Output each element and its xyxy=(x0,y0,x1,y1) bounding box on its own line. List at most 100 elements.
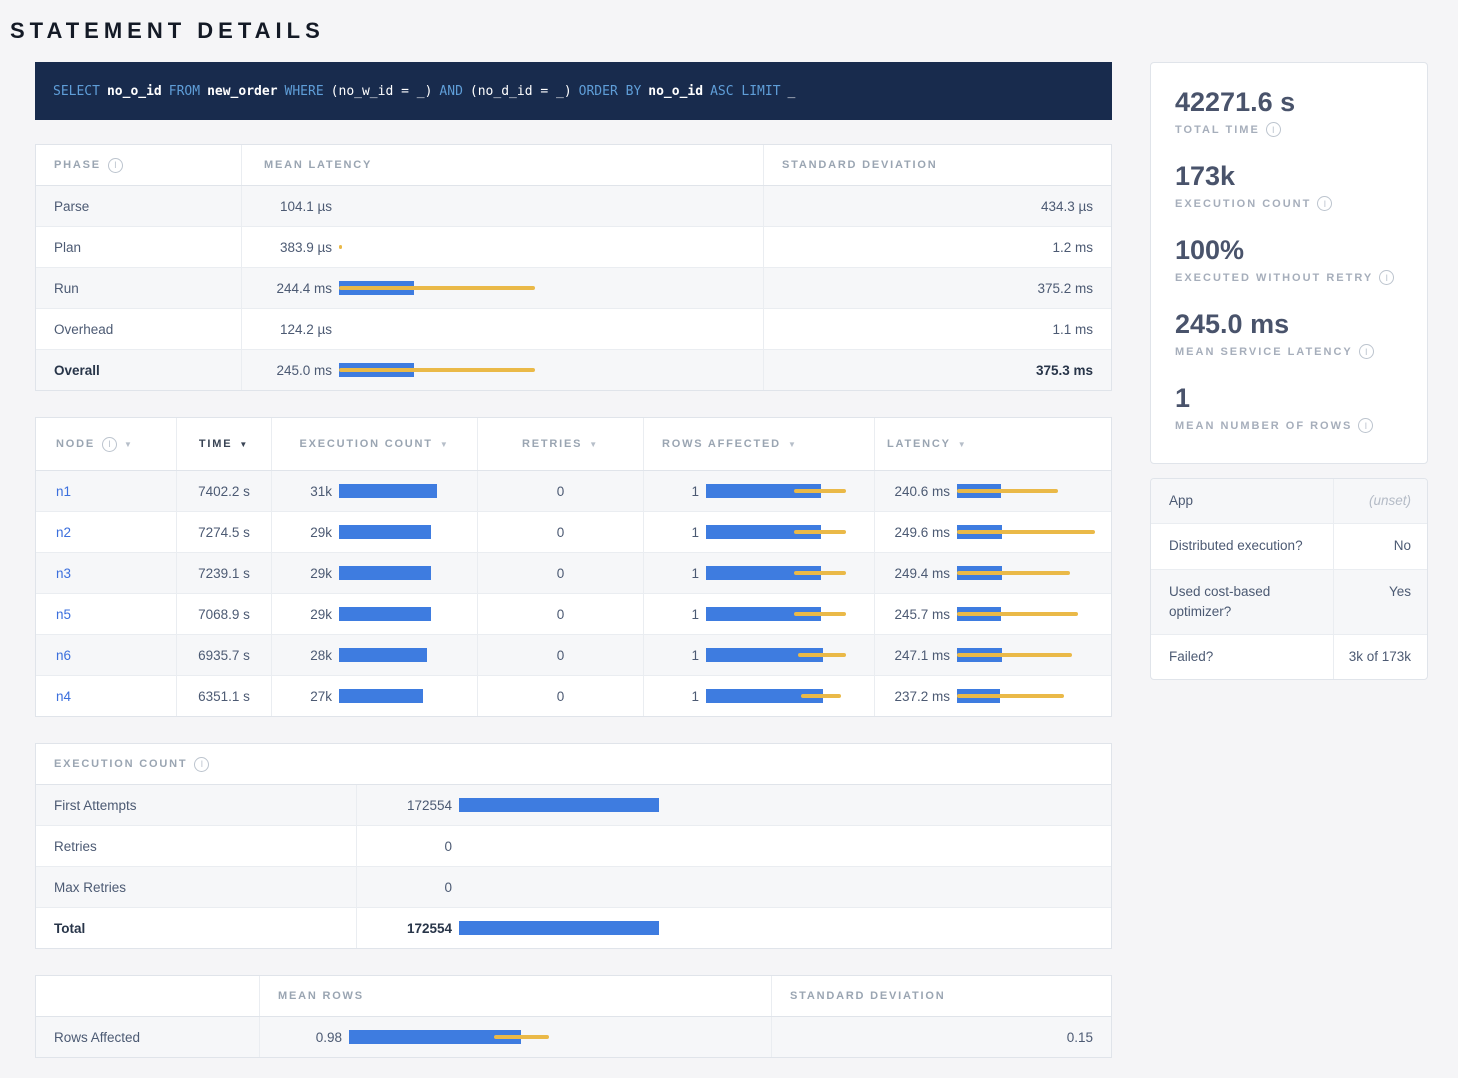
detail-row-failed: Failed? 3k of 173k xyxy=(1151,635,1427,679)
node-column-header[interactable]: Node i ▼ xyxy=(36,418,176,470)
latency-column-header[interactable]: Latency ▼ xyxy=(874,418,1111,470)
retries-value: 0 xyxy=(477,553,643,593)
sql-token: no_o_id xyxy=(107,84,162,99)
sort-desc-icon[interactable]: ▼ xyxy=(788,440,798,449)
execution-count-bar xyxy=(339,484,477,498)
execution-count-value: 29k xyxy=(272,607,332,622)
node-link[interactable]: n5 xyxy=(56,607,71,622)
info-icon[interactable]: i xyxy=(1359,344,1374,359)
stat-mean-number-of-rows: 1 Mean Number of Rows i xyxy=(1175,383,1403,433)
table-row: n6 6935.7 s 28k 0 1 247.1 ms xyxy=(36,635,1111,676)
latency-value: 237.2 ms xyxy=(875,689,950,704)
detail-label: Failed? xyxy=(1151,635,1333,679)
table-row: Retries 0 xyxy=(36,826,1111,867)
execution-count-bar xyxy=(339,566,477,580)
row-label: Max Retries xyxy=(36,867,356,907)
detail-label: Used cost-based optimizer? xyxy=(1151,570,1333,635)
info-icon[interactable]: i xyxy=(1266,122,1281,137)
std-dev-header-cell: Standard Deviation xyxy=(771,976,1111,1016)
phase-label: Plan xyxy=(36,227,241,267)
sql-token: (no_w_id = _) xyxy=(331,84,433,99)
node-link[interactable]: n2 xyxy=(56,525,71,540)
rows-affected-bar xyxy=(706,689,874,703)
stat-value: 245.0 ms xyxy=(1175,309,1403,340)
execution-count-table-header: Execution Count i xyxy=(36,744,1111,785)
count-bar xyxy=(459,798,1111,812)
info-icon[interactable]: i xyxy=(1379,270,1394,285)
phase-label: Parse xyxy=(36,186,241,226)
execution-count-value: 29k xyxy=(272,566,332,581)
latency-bar xyxy=(957,689,1111,703)
retries-value: 0 xyxy=(477,635,643,675)
node-link[interactable]: n3 xyxy=(56,566,71,581)
rows-affected-value: 1 xyxy=(644,484,699,499)
info-icon[interactable]: i xyxy=(194,757,209,772)
mean-rows-header-cell: Mean Rows xyxy=(259,976,771,1016)
sql-token: new_order xyxy=(207,84,277,99)
execution-count-bar xyxy=(339,689,477,703)
table-row: Rows Affected 0.98 0.15 xyxy=(36,1017,1111,1057)
count-bar xyxy=(459,921,1111,935)
row-label: Total xyxy=(36,908,356,948)
latency-bar xyxy=(957,525,1111,539)
time-column-header[interactable]: Time ▼ xyxy=(176,418,271,470)
count-value: 172554 xyxy=(357,921,452,936)
table-row: n2 7274.5 s 29k 0 1 249.6 ms xyxy=(36,512,1111,553)
sort-desc-icon[interactable]: ▼ xyxy=(440,440,450,449)
node-link[interactable]: n6 xyxy=(56,648,71,663)
phase-label: Overhead xyxy=(36,309,241,349)
rows-affected-header-label: Rows Affected xyxy=(662,438,781,450)
page-title: STATEMENT DETAILS xyxy=(10,18,1458,44)
sql-token: FROM xyxy=(169,84,200,99)
table-row: n3 7239.1 s 29k 0 1 249.4 ms xyxy=(36,553,1111,594)
std-dev-header-label: Standard Deviation xyxy=(782,159,937,171)
sort-desc-icon[interactable]: ▼ xyxy=(958,440,968,449)
retries-value: 0 xyxy=(477,676,643,716)
sql-token: AND xyxy=(439,84,462,99)
table-row: Max Retries 0 xyxy=(36,867,1111,908)
detail-value: (unset) xyxy=(1333,479,1427,523)
stat-total-time: 42271.6 s Total Time i xyxy=(1175,87,1403,137)
mean-latency-header-label: Mean Latency xyxy=(264,159,372,171)
info-icon[interactable]: i xyxy=(1317,196,1332,211)
stat-label: Mean Number of Rows xyxy=(1175,420,1352,432)
stat-label: Total Time xyxy=(1175,124,1260,136)
sort-desc-icon[interactable]: ▼ xyxy=(239,440,249,449)
sort-desc-icon[interactable]: ▼ xyxy=(124,440,134,449)
sql-statement: SELECT no_o_id FROM new_order WHERE (no_… xyxy=(35,62,1112,120)
table-row: Run 244.4 ms 375.2 ms xyxy=(36,268,1111,309)
std-dev-value: 434.3 µs xyxy=(763,186,1111,226)
mean-latency-header-cell: Mean Latency xyxy=(241,145,763,185)
rows-affected-value: 1 xyxy=(644,607,699,622)
retries-column-header[interactable]: Retries ▼ xyxy=(477,418,643,470)
info-icon[interactable]: i xyxy=(1358,418,1373,433)
time-value: 6351.1 s xyxy=(176,676,271,716)
latency-bar xyxy=(339,199,763,213)
execution-count-value: 27k xyxy=(272,689,332,704)
detail-value: 3k of 173k xyxy=(1333,635,1427,679)
statement-details-page: STATEMENT DETAILS SELECT no_o_id FROM ne… xyxy=(0,0,1458,1078)
stat-value: 1 xyxy=(1175,383,1403,414)
row-label: First Attempts xyxy=(36,785,356,825)
table-row: n1 7402.2 s 31k 0 1 240.6 ms xyxy=(36,471,1111,512)
execution-count-column-header[interactable]: Execution Count ▼ xyxy=(271,418,477,470)
retries-value: 0 xyxy=(477,512,643,552)
latency-bar xyxy=(957,607,1111,621)
sql-token: SELECT xyxy=(53,84,100,99)
node-link[interactable]: n1 xyxy=(56,484,71,499)
rows-affected-column-header[interactable]: Rows Affected ▼ xyxy=(643,418,874,470)
mean-latency-value: 104.1 µs xyxy=(242,199,332,214)
info-icon[interactable]: i xyxy=(102,437,117,452)
sort-desc-icon[interactable]: ▼ xyxy=(589,440,599,449)
latency-value: 249.4 ms xyxy=(875,566,950,581)
stat-label: Mean Service Latency xyxy=(1175,346,1353,358)
sql-token: _ xyxy=(788,84,796,99)
mean-latency-value: 244.4 ms xyxy=(242,281,332,296)
info-icon[interactable]: i xyxy=(108,158,123,173)
latency-bar xyxy=(339,281,763,295)
execution-count-header-label: Execution Count xyxy=(54,758,187,770)
node-link[interactable]: n4 xyxy=(56,689,71,704)
table-row: Parse 104.1 µs 434.3 µs xyxy=(36,186,1111,227)
mean-rows-value: 0.98 xyxy=(260,1030,342,1045)
latency-bar xyxy=(339,322,763,336)
